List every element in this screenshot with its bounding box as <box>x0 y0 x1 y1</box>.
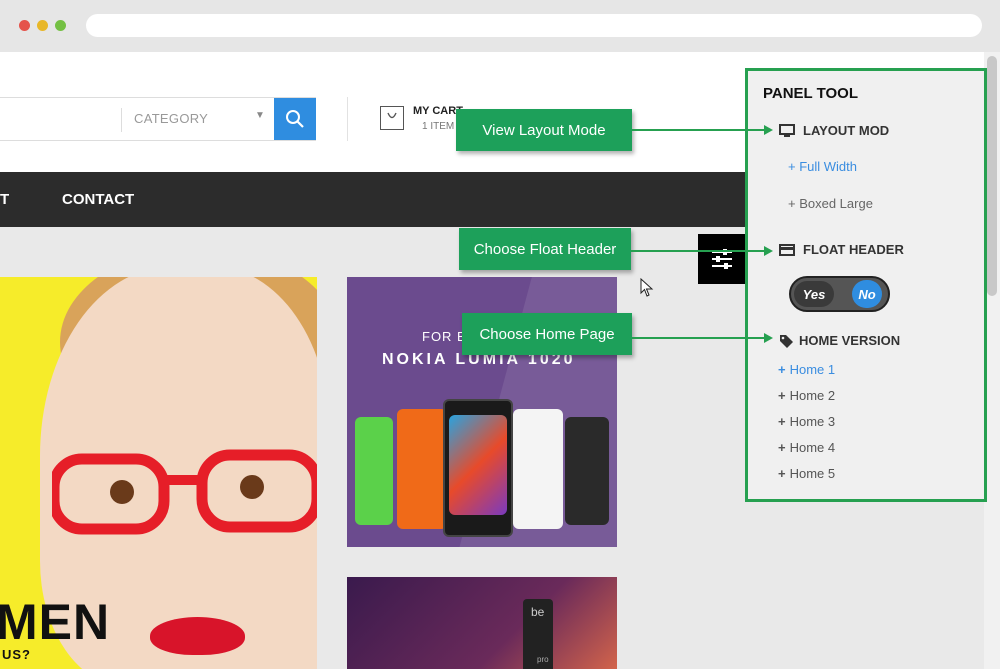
layout-mode-label: LAYOUT MOD <box>803 123 890 138</box>
home-option-1[interactable]: + Home 1 <box>778 362 835 377</box>
home-option-4[interactable]: + Home 4 <box>778 440 835 455</box>
float-header-heading: FLOAT HEADER <box>778 242 904 257</box>
home-version-heading: HOME VERSION <box>778 333 900 348</box>
float-header-label: FLOAT HEADER <box>803 242 904 257</box>
banner-headline: MEN <box>0 594 111 650</box>
panel-toggle-button[interactable] <box>698 234 746 284</box>
browser-chrome <box>0 0 1000 52</box>
layout-option-boxed-large[interactable]: + Boxed Large <box>788 196 873 211</box>
toggle-yes-option[interactable]: Yes <box>794 281 834 307</box>
layout-mode-heading: LAYOUT MOD <box>778 123 889 138</box>
layout-option-full-width[interactable]: + Full Width <box>788 159 857 174</box>
mouse-cursor-icon <box>640 278 654 297</box>
toggle-no-option[interactable]: No <box>852 280 882 308</box>
search-bar[interactable]: CATEGORY ▼ <box>0 97 316 141</box>
panel-title: PANEL TOOL <box>763 85 859 102</box>
callout-arrow-layout <box>632 129 764 131</box>
beats-small-text: pro <box>537 655 549 664</box>
float-header-toggle[interactable]: Yes No <box>789 276 890 312</box>
nav-item-contact[interactable]: CONTACT <box>62 191 134 208</box>
address-bar[interactable] <box>86 14 982 37</box>
women-banner[interactable]: MEN US? <box>0 277 317 669</box>
callout-arrowhead-layout <box>764 125 773 135</box>
banner-subline: US? <box>2 647 31 662</box>
close-window-button[interactable] <box>19 20 30 31</box>
browser-window: CATEGORY ▼ MY CART 1 ITEM T CONTACT MEN … <box>0 0 1000 669</box>
dark-phone-graphic <box>565 417 609 525</box>
green-phone-graphic <box>355 417 393 525</box>
category-select[interactable]: CATEGORY <box>134 111 208 126</box>
white-phone-graphic <box>513 409 563 529</box>
callout-view-layout: View Layout Mode <box>456 109 632 151</box>
cart-item-count: 1 ITEM <box>422 121 455 132</box>
callout-arrowhead-float <box>764 246 773 256</box>
red-lips-graphic <box>150 617 245 655</box>
tags-icon <box>778 334 795 348</box>
search-divider <box>121 108 122 132</box>
callout-arrow-float <box>631 250 764 252</box>
home-option-3[interactable]: + Home 3 <box>778 414 835 429</box>
home-version-label: HOME VERSION <box>799 333 901 348</box>
home-option-5[interactable]: + Home 5 <box>778 466 835 481</box>
callout-float-header: Choose Float Header <box>459 228 631 270</box>
caret-down-icon[interactable]: ▼ <box>255 110 265 121</box>
minimize-window-button[interactable] <box>37 20 48 31</box>
search-icon <box>286 110 304 128</box>
beats-banner[interactable]: be pro <box>347 577 617 669</box>
callout-arrow-home <box>632 337 764 339</box>
callout-home-page: Choose Home Page <box>462 313 632 355</box>
monitor-icon <box>778 123 795 138</box>
shopping-bag-icon[interactable] <box>380 106 404 130</box>
header-card-icon <box>778 243 795 257</box>
orange-phone-graphic <box>397 409 447 529</box>
callout-arrowhead-home <box>764 333 773 343</box>
red-glasses-graphic <box>52 449 317 535</box>
nokia-banner-prefix: FOR B <box>422 329 467 344</box>
search-button[interactable] <box>274 98 316 140</box>
home-option-2[interactable]: + Home 2 <box>778 388 835 403</box>
beats-logo-text: be <box>531 605 545 619</box>
maximize-window-button[interactable] <box>55 20 66 31</box>
panel-tool: PANEL TOOL LAYOUT MOD + Full Width + Box… <box>745 68 987 502</box>
phone-screen-graphic <box>449 415 507 515</box>
scrollbar-thumb[interactable] <box>987 56 997 296</box>
header-divider <box>347 97 348 141</box>
nav-item-partial[interactable]: T <box>0 191 9 208</box>
